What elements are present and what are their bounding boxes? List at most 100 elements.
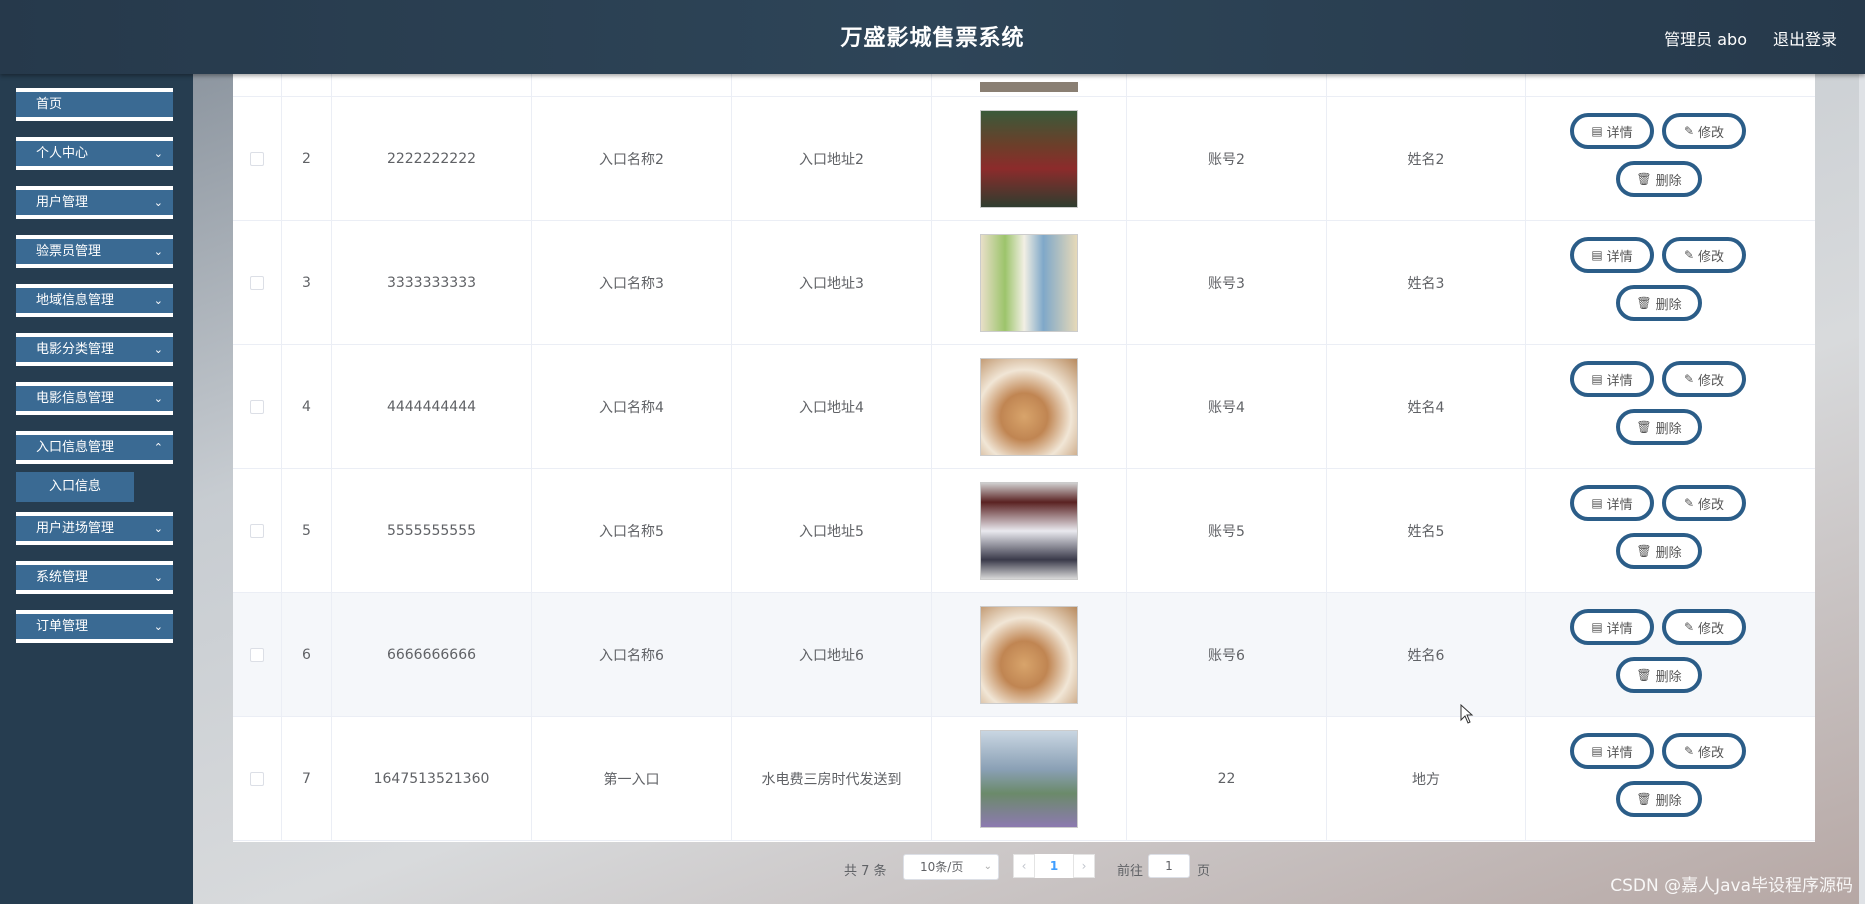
edit-label: 修改 — [1698, 621, 1725, 637]
detail-button[interactable]: ▤ 详情 — [1570, 485, 1654, 521]
actions-cell: ▤ 详情 ✎ 修改 🗑 删除 — [1526, 593, 1815, 716]
sidebar-item-label: 用户进场管理 — [36, 521, 115, 536]
row-checkbox[interactable] — [250, 399, 264, 414]
row-checkbox[interactable] — [250, 523, 264, 538]
sidebar-item-orders[interactable]: 订单管理 ⌄ — [16, 610, 173, 643]
sidebar-item-regions[interactable]: 地域信息管理 ⌄ — [16, 284, 173, 317]
sidebar-item-ticket-checkers[interactable]: 验票员管理 ⌄ — [16, 235, 173, 268]
person-name: 地方 — [1327, 717, 1526, 840]
entrance-image[interactable] — [980, 729, 1078, 828]
delete-button[interactable]: 🗑 删除 — [1616, 781, 1702, 817]
entrance-image-cell — [932, 345, 1127, 468]
table-row: 7 1647513521360 第一入口 水电费三房时代发送到 22 地方 ▤ … — [233, 717, 1815, 841]
delete-button[interactable]: 🗑 删除 — [1616, 285, 1702, 321]
row-checkbox[interactable] — [250, 275, 264, 290]
delete-label: 删除 — [1655, 793, 1682, 809]
row-checkbox[interactable] — [250, 647, 264, 662]
detail-button[interactable]: ▤ 详情 — [1570, 113, 1654, 149]
edit-button[interactable]: ✎ 修改 — [1662, 113, 1746, 149]
entrance-address: 水电费三房时代发送到 — [732, 717, 932, 840]
row-checkbox[interactable] — [250, 151, 264, 166]
table-row: 6 6666666666 入口名称6 入口地址6 账号6 姓名6 ▤ 详情 ✎ … — [233, 593, 1815, 717]
entrance-image[interactable] — [980, 109, 1078, 208]
sidebar-item-label: 首页 — [36, 97, 63, 112]
table-row: 4 4444444444 入口名称4 入口地址4 账号4 姓名4 ▤ 详情 ✎ … — [233, 345, 1815, 469]
detail-button[interactable]: ▤ 详情 — [1570, 361, 1654, 397]
sidebar-item-entrances[interactable]: 入口信息管理 ⌃ — [16, 431, 173, 464]
person-name: 姓名3 — [1327, 221, 1526, 344]
prev-page-button[interactable]: ‹ — [1013, 854, 1035, 878]
entrance-image[interactable] — [980, 357, 1078, 456]
entrance-image[interactable] — [980, 233, 1078, 332]
row-select-cell — [233, 469, 282, 592]
chevron-down-icon: ⌄ — [153, 343, 163, 356]
entrance-image[interactable] — [980, 481, 1078, 580]
delete-button[interactable]: 🗑 删除 — [1616, 657, 1702, 693]
page-number-current[interactable]: 1 — [1035, 854, 1073, 878]
trash-icon: 🗑 — [1636, 296, 1652, 310]
sidebar-item-profile[interactable]: 个人中心 ⌄ — [16, 137, 173, 170]
goto-label: 前往 — [1117, 864, 1144, 879]
page-size-select[interactable]: 10条/页 ⌄ — [903, 854, 999, 880]
next-page-button[interactable]: › — [1073, 854, 1095, 878]
scrollbar[interactable] — [1859, 74, 1865, 904]
entrance-image-cell — [932, 593, 1127, 716]
edit-icon: ✎ — [1683, 496, 1695, 510]
chevron-down-icon: ⌄ — [153, 245, 163, 258]
edit-button[interactable]: ✎ 修改 — [1662, 237, 1746, 273]
row-index: 7 — [282, 717, 332, 840]
entrance-image-cell — [932, 221, 1127, 344]
mouse-cursor-icon — [1460, 704, 1474, 724]
admin-user: 管理员 abo — [1664, 30, 1747, 49]
account: 账号2 — [1127, 97, 1327, 220]
edit-icon: ✎ — [1683, 372, 1695, 386]
delete-label: 删除 — [1655, 669, 1682, 685]
row-checkbox[interactable] — [250, 771, 264, 786]
sidebar-item-system[interactable]: 系统管理 ⌄ — [16, 561, 173, 594]
goto-page-input[interactable]: 1 — [1148, 854, 1190, 878]
watermark: CSDN @嘉人Java毕设程序源码 — [1610, 876, 1853, 896]
document-icon: ▤ — [1591, 372, 1603, 386]
entrance-code: 6666666666 — [332, 593, 532, 716]
submenu-entrance-info[interactable]: 入口信息 — [16, 472, 134, 502]
actions-cell: ▤ 详情 ✎ 修改 🗑 删除 — [1526, 221, 1815, 344]
detail-button[interactable]: ▤ 详情 — [1570, 733, 1654, 769]
logout-link[interactable]: 退出登录 — [1773, 26, 1837, 50]
entrance-name: 入口名称6 — [532, 593, 732, 716]
detail-button[interactable]: ▤ 详情 — [1570, 237, 1654, 273]
delete-label: 删除 — [1655, 173, 1682, 189]
edit-button[interactable]: ✎ 修改 — [1662, 485, 1746, 521]
delete-label: 删除 — [1655, 297, 1682, 313]
detail-button[interactable]: ▤ 详情 — [1570, 609, 1654, 645]
row-index: 6 — [282, 593, 332, 716]
sidebar-item-users[interactable]: 用户管理 ⌄ — [16, 186, 173, 219]
row-image-partial — [980, 82, 1078, 92]
document-icon: ▤ — [1591, 124, 1603, 138]
delete-button[interactable]: 🗑 删除 — [1616, 533, 1702, 569]
delete-button[interactable]: 🗑 删除 — [1616, 161, 1702, 197]
sidebar: 首页 个人中心 ⌄ 用户管理 ⌄ 验票员管理 ⌄ 地域信息管理 ⌄ 电影分类管理… — [0, 74, 193, 904]
actions-cell: ▤ 详情 ✎ 修改 🗑 删除 — [1526, 717, 1815, 840]
sidebar-item-user-entry[interactable]: 用户进场管理 ⌄ — [16, 512, 173, 545]
table-row: 3 3333333333 入口名称3 入口地址3 账号3 姓名3 ▤ 详情 ✎ … — [233, 221, 1815, 345]
edit-button[interactable]: ✎ 修改 — [1662, 361, 1746, 397]
chevron-down-icon: ⌄ — [153, 196, 163, 209]
delete-button[interactable]: 🗑 删除 — [1616, 409, 1702, 445]
page-unit-label: 页 — [1197, 864, 1211, 879]
entrance-image[interactable] — [980, 605, 1078, 704]
edit-label: 修改 — [1698, 125, 1725, 141]
entrance-image-cell — [932, 717, 1127, 840]
edit-button[interactable]: ✎ 修改 — [1662, 733, 1746, 769]
entrance-name: 入口名称3 — [532, 221, 732, 344]
sidebar-item-movies[interactable]: 电影信息管理 ⌄ — [16, 382, 173, 415]
sidebar-item-movie-categories[interactable]: 电影分类管理 ⌄ — [16, 333, 173, 366]
page-size-value: 10条/页 — [920, 860, 964, 874]
table-row: 5 5555555555 入口名称5 入口地址5 账号5 姓名5 ▤ 详情 ✎ … — [233, 469, 1815, 593]
account: 账号6 — [1127, 593, 1327, 716]
table-row-partial — [233, 74, 1815, 97]
sidebar-item-home[interactable]: 首页 — [16, 88, 173, 121]
edit-icon: ✎ — [1683, 744, 1695, 758]
edit-button[interactable]: ✎ 修改 — [1662, 609, 1746, 645]
actions-cell: ▤ 详情 ✎ 修改 🗑 删除 — [1526, 97, 1815, 220]
trash-icon: 🗑 — [1636, 172, 1652, 186]
